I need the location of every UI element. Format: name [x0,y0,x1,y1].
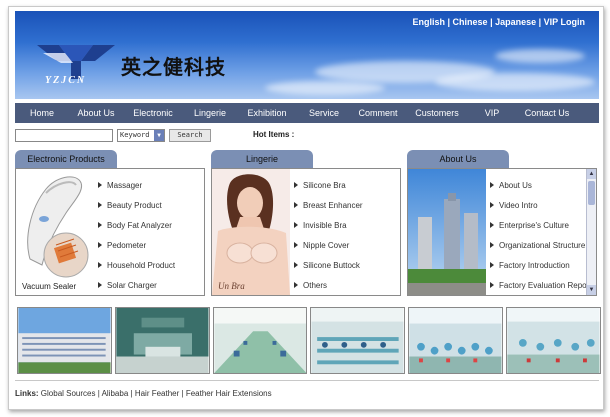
electronic-products-panel: Electronic Products Vacuum Sealer Massag… [15,150,205,302]
arrow-right-icon [98,282,102,288]
nav-contact-us[interactable]: Contact Us [515,108,579,118]
panel-box: About Us Video Intro Enterprise's Cultur… [407,168,597,296]
lingerie-panel: Lingerie Un Bra Silicone Bra Breast Enha… [211,150,401,302]
nav-customers[interactable]: Customers [405,108,469,118]
panel-title: About Us [407,150,509,168]
image-caption: Un Bra [218,281,245,291]
header-banner: English | Chinese | Japanese | VIP Login… [15,11,599,99]
main-nav: Home About Us Electronic Lingerie Exhibi… [15,103,599,123]
lang-english-link[interactable]: English [413,17,446,27]
arrow-right-icon [490,282,494,288]
scroll-up-icon[interactable]: ▲ [587,169,596,179]
logo-text: YZJCN [45,75,87,86]
search-button[interactable]: Search [169,129,211,142]
panel-box: Un Bra Silicone Bra Breast Enhancer Invi… [211,168,401,296]
footer-link-global-sources[interactable]: Global Sources [41,389,96,398]
list-item[interactable]: Video Intro [490,195,587,215]
nav-comment[interactable]: Comment [351,108,405,118]
list-item[interactable]: Solar Charger [98,275,175,295]
footer-link-hair-feather[interactable]: Hair Feather [135,389,179,398]
image-caption: Vacuum Sealer [22,282,76,291]
arrow-right-icon [98,242,102,248]
list-item[interactable]: Silicone Buttock [294,255,363,275]
arrow-right-icon [294,282,298,288]
arrow-right-icon [294,222,298,228]
hot-items-label: Hot Items : [253,130,295,139]
arrow-right-icon [294,242,298,248]
arrow-right-icon [294,202,298,208]
scroll-down-icon[interactable]: ▼ [587,285,596,295]
company-building-image[interactable] [408,169,486,295]
reception-hall-photo[interactable] [114,307,210,374]
electronic-list: Massager Beauty Product Body Fat Analyze… [98,175,175,295]
vip-login-link[interactable]: VIP Login [544,17,585,27]
nav-exhibition[interactable]: Exhibition [237,108,297,118]
panel-box: Vacuum Sealer Massager Beauty Product Bo… [15,168,205,296]
nav-vip[interactable]: VIP [469,108,515,118]
lingerie-list: Silicone Bra Breast Enhancer Invisible B… [294,175,363,295]
about-list: About Us Video Intro Enterprise's Cultur… [490,175,587,295]
factory-photo-strip [17,307,601,374]
production-line-photo-2[interactable] [310,307,406,374]
arrow-right-icon [98,182,102,188]
list-item[interactable]: Factory Introduction [490,255,587,275]
list-item[interactable]: Factory Evaluation Repo [490,275,587,295]
list-item[interactable]: Pedometer [98,235,175,255]
list-item[interactable]: Enterprise's Culture [490,215,587,235]
search-bar: Keyword ▼ Search Hot Items : [15,129,599,143]
footer-links-label: Links: [15,389,39,398]
language-bar: English | Chinese | Japanese | VIP Login [412,17,586,27]
list-item[interactable]: Beauty Product [98,195,175,215]
arrow-right-icon [98,262,102,268]
list-item[interactable]: Breast Enhancer [294,195,363,215]
vacuum-sealer-image[interactable]: Vacuum Sealer [16,169,94,295]
list-item[interactable]: Others [294,275,363,295]
list-item[interactable]: Silicone Bra [294,175,363,195]
workshop-photo-2[interactable] [506,307,601,374]
search-type-select[interactable]: Keyword ▼ [117,129,165,142]
lang-chinese-link[interactable]: Chinese [453,17,488,27]
page: English | Chinese | Japanese | VIP Login… [8,6,604,410]
search-type-value: Keyword [120,131,150,139]
arrow-right-icon [294,262,298,268]
footer-link-feather-hair-extensions[interactable]: Feather Hair Extensions [186,389,272,398]
nav-home[interactable]: Home [15,108,69,118]
list-item[interactable]: Household Product [98,255,175,275]
list-item[interactable]: Invisible Bra [294,215,363,235]
workshop-photo-1[interactable] [408,307,504,374]
list-item[interactable]: Organizational Structure [490,235,587,255]
arrow-right-icon [490,202,494,208]
nav-lingerie[interactable]: Lingerie [183,108,237,118]
arrow-right-icon [490,222,494,228]
nav-electronic[interactable]: Electronic [123,108,183,118]
list-item[interactable]: Nipple Cover [294,235,363,255]
arrow-right-icon [490,182,494,188]
arrow-right-icon [490,262,494,268]
nav-service[interactable]: Service [297,108,351,118]
production-line-photo-1[interactable] [212,307,308,374]
about-us-panel: About Us About Us Video Intro Enterprise… [407,150,597,302]
list-item[interactable]: Massager [98,175,175,195]
arrow-right-icon [98,202,102,208]
nav-about-us[interactable]: About Us [69,108,123,118]
panel-title: Electronic Products [15,150,117,168]
company-name: 英之健科技 [121,55,226,79]
footer-link-alibaba[interactable]: Alibaba [102,389,129,398]
footer-links: Links: Global Sources | Alibaba | Hair F… [15,380,599,398]
list-item[interactable]: About Us [490,175,587,195]
panel-title: Lingerie [211,150,313,168]
arrow-right-icon [490,242,494,248]
arrow-right-icon [294,182,298,188]
list-item[interactable]: Body Fat Analyzer [98,215,175,235]
about-list-scrollbar[interactable]: ▲ ▼ [586,169,596,295]
arrow-right-icon [98,222,102,228]
factory-exterior-photo[interactable] [17,307,112,374]
chevron-down-icon: ▼ [154,130,164,141]
search-input[interactable] [15,129,113,142]
scroll-thumb[interactable] [588,181,595,205]
lingerie-model-image[interactable]: Un Bra [212,169,290,295]
lang-japanese-link[interactable]: Japanese [495,17,536,27]
